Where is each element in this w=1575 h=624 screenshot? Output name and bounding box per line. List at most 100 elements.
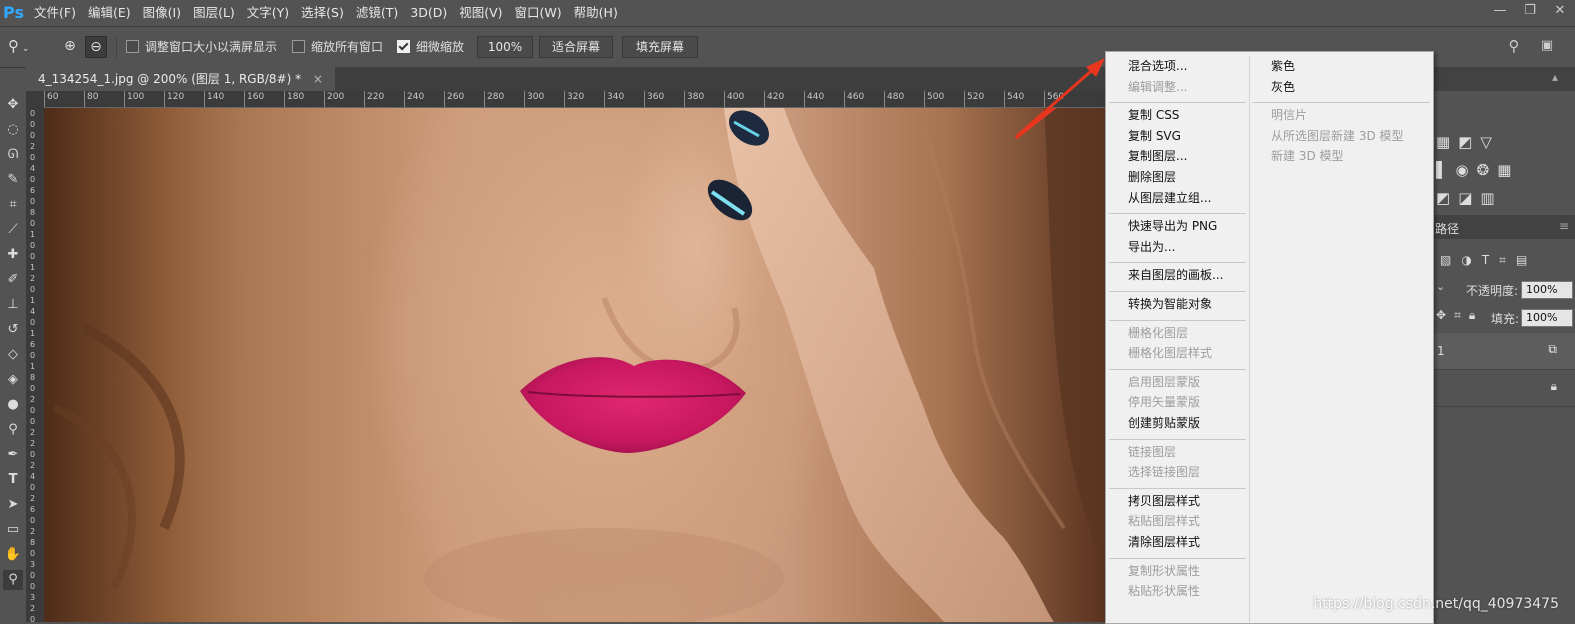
grid-icon[interactable]: ▦	[1497, 161, 1511, 179]
menu-item[interactable]: 3D(D)	[410, 0, 447, 26]
lock-position-icon[interactable]: ✥	[1436, 308, 1446, 323]
eyedropper-tool-icon[interactable]: ⟋	[3, 220, 23, 240]
ruler-tick: 180	[284, 91, 304, 107]
layer-row[interactable]: 1 ⧉	[1433, 333, 1575, 370]
minimize-icon[interactable]: —	[1485, 0, 1515, 26]
zoom-all-windows-checkbox[interactable]: 缩放所有窗口	[292, 37, 383, 55]
path-select-icon[interactable]: ➤	[3, 495, 23, 515]
smart-filter-icon[interactable]: ▤	[1516, 253, 1527, 268]
context-menu-item[interactable]: 快速导出为 PNG	[1128, 218, 1217, 234]
context-menu-item[interactable]: 拷贝图层样式	[1128, 493, 1200, 509]
menu-item[interactable]: 图像(I)	[143, 0, 181, 26]
tab-close-icon[interactable]: ×	[313, 72, 323, 86]
search-icon[interactable]: ⚲	[1504, 36, 1524, 56]
image-canvas[interactable]	[44, 108, 1105, 622]
quick-select-tool-icon[interactable]: ✎	[3, 170, 23, 190]
horizontal-ruler[interactable]: 60 80 100 120 140 160 180 200 220 240 260 280 300 320…	[44, 91, 1105, 108]
context-menu-item[interactable]: 灰色	[1271, 79, 1295, 95]
channel-icon[interactable]: ▌	[1436, 161, 1448, 179]
menu-item[interactable]: 文字(Y)	[247, 0, 289, 26]
context-menu-item[interactable]: 复制 SVG	[1128, 128, 1181, 144]
menu-item[interactable]: 帮助(H)	[574, 0, 618, 26]
shape-filter-icon[interactable]: ⌗	[1499, 253, 1506, 268]
menu-item[interactable]: 视图(V)	[459, 0, 502, 26]
menu-item[interactable]: 滤镜(T)	[356, 0, 398, 26]
curves-icon[interactable]: ◩	[1458, 133, 1472, 151]
gradient-map-icon[interactable]: ◩	[1436, 189, 1450, 207]
close-icon[interactable]: ✕	[1545, 0, 1575, 26]
zoom-percent-button[interactable]: 100%	[477, 36, 533, 58]
stamp-tool-icon[interactable]: ⊥	[3, 295, 23, 315]
dodge-tool-icon[interactable]: ⚲	[3, 420, 23, 440]
workspace-icon[interactable]: ▣	[1537, 36, 1557, 56]
checkbox-box	[126, 39, 139, 53]
background-layer-row[interactable]: 🔒︎	[1433, 370, 1575, 407]
context-menu-item[interactable]: 从图层建立组...	[1128, 190, 1211, 206]
camera-icon[interactable]: ◉	[1456, 161, 1469, 179]
fill-screen-button[interactable]: 填充屏幕	[622, 36, 698, 58]
marquee-tool-icon[interactable]: ◌	[3, 120, 23, 140]
panel-menu-icon[interactable]: ≡	[1559, 219, 1569, 233]
scrubby-zoom-checkbox[interactable]: 细微缩放	[397, 37, 464, 55]
zoom-tool-preset-icon[interactable]: ⚲ ⌄	[8, 36, 38, 56]
context-menu-item[interactable]: 混合选项...	[1128, 58, 1187, 74]
menu-item[interactable]: 图层(L)	[193, 0, 235, 26]
threshold-icon[interactable]: ▥	[1480, 189, 1494, 207]
context-menu-item[interactable]: 创建剪贴蒙版	[1128, 415, 1200, 431]
type-tool-icon[interactable]: T	[3, 470, 23, 490]
panel-collapse-icon[interactable]: ▴	[1552, 70, 1558, 84]
rectangle-tool-icon[interactable]: ▭	[3, 520, 23, 540]
fit-screen-button[interactable]: 适合屏幕	[539, 36, 613, 58]
eraser-tool-icon[interactable]: ◇	[3, 345, 23, 365]
blend-mode-dropdown[interactable]: ⌄	[1436, 280, 1445, 293]
context-menu-item[interactable]: 复制图层...	[1128, 148, 1187, 164]
blur-tool-icon[interactable]: ●	[3, 395, 23, 415]
crop-tool-icon[interactable]: ⌗	[3, 195, 23, 215]
zoom-out-icon[interactable]: ⊖	[85, 36, 107, 58]
zoom-in-icon[interactable]: ⊕	[60, 36, 80, 56]
ruler-label: 0	[30, 450, 36, 459]
context-menu-item[interactable]: 转换为智能对象	[1128, 296, 1212, 312]
history-brush-icon[interactable]: ↺	[3, 320, 23, 340]
levels-icon[interactable]: ▦	[1436, 133, 1450, 151]
lock-all-icon[interactable]: 🔒︎	[1469, 308, 1475, 323]
menu-item[interactable]: 文件(F)	[34, 0, 76, 26]
text-filter-icon[interactable]: T	[1482, 253, 1489, 268]
ruler-label: 500	[927, 92, 945, 102]
context-menu-item[interactable]: 紫色	[1271, 58, 1295, 74]
resize-windows-checkbox[interactable]: 调整窗口大小以满屏显示	[126, 37, 277, 55]
paths-tab[interactable]: 路径	[1435, 220, 1459, 237]
context-menu-item[interactable]: 来自图层的画板...	[1128, 267, 1223, 283]
ruler-label: 0	[30, 219, 36, 228]
adjustment-filter-icon[interactable]: ◑	[1461, 253, 1471, 268]
triangle-icon[interactable]: ▽	[1480, 133, 1492, 151]
vertical-ruler[interactable]: 0 0 0 2 0 4 0 6 0 8 0 1 0 0 1 2 0 1 4 0 1 6 0 1 8 0 2 0 0 2 2 0 2 4 0 2 6 0 2 8…	[26, 107, 45, 622]
menu-item[interactable]: 选择(S)	[301, 0, 344, 26]
color-lookup-icon[interactable]: ❂	[1477, 161, 1490, 179]
restore-icon[interactable]: ❐	[1515, 0, 1545, 26]
image-filter-icon[interactable]: ▧	[1440, 253, 1451, 268]
context-menu-item[interactable]: 复制 CSS	[1128, 107, 1179, 123]
pen-tool-icon[interactable]: ✒	[3, 445, 23, 465]
brush-tool-icon[interactable]: ✐	[3, 270, 23, 290]
healing-brush-icon[interactable]: ✚	[3, 245, 23, 265]
menu-item[interactable]: 编辑(E)	[88, 0, 131, 26]
context-menu-item[interactable]: 删除图层	[1128, 169, 1176, 185]
ruler-label: 6	[30, 340, 36, 349]
lock-artboard-icon[interactable]: ⌗	[1454, 308, 1461, 323]
hand-tool-icon[interactable]: ✋	[3, 545, 23, 565]
paint-bucket-icon[interactable]: ◈	[3, 370, 23, 390]
context-menu-item[interactable]: 清除图层样式	[1128, 534, 1200, 550]
move-tool-icon[interactable]: ✥	[3, 95, 23, 115]
document-tab[interactable]: 4_134254_1.jpg @ 200% (图层 1, RGB/8#) * ×	[26, 67, 335, 91]
fill-field[interactable]: 100%	[1521, 309, 1573, 327]
ruler-label: 220	[367, 92, 385, 102]
context-menu-item[interactable]: 导出为...	[1128, 239, 1175, 255]
opacity-field[interactable]: 100%	[1521, 281, 1573, 299]
lasso-tool-icon[interactable]: ᘏ	[3, 145, 23, 165]
zoom-tool-icon[interactable]: ⚲	[3, 570, 23, 590]
selective-color-icon[interactable]: ◪	[1458, 189, 1472, 207]
ruler-label: 4	[30, 472, 36, 481]
ruler-label: 0	[30, 252, 36, 261]
menu-item[interactable]: 窗口(W)	[515, 0, 562, 26]
